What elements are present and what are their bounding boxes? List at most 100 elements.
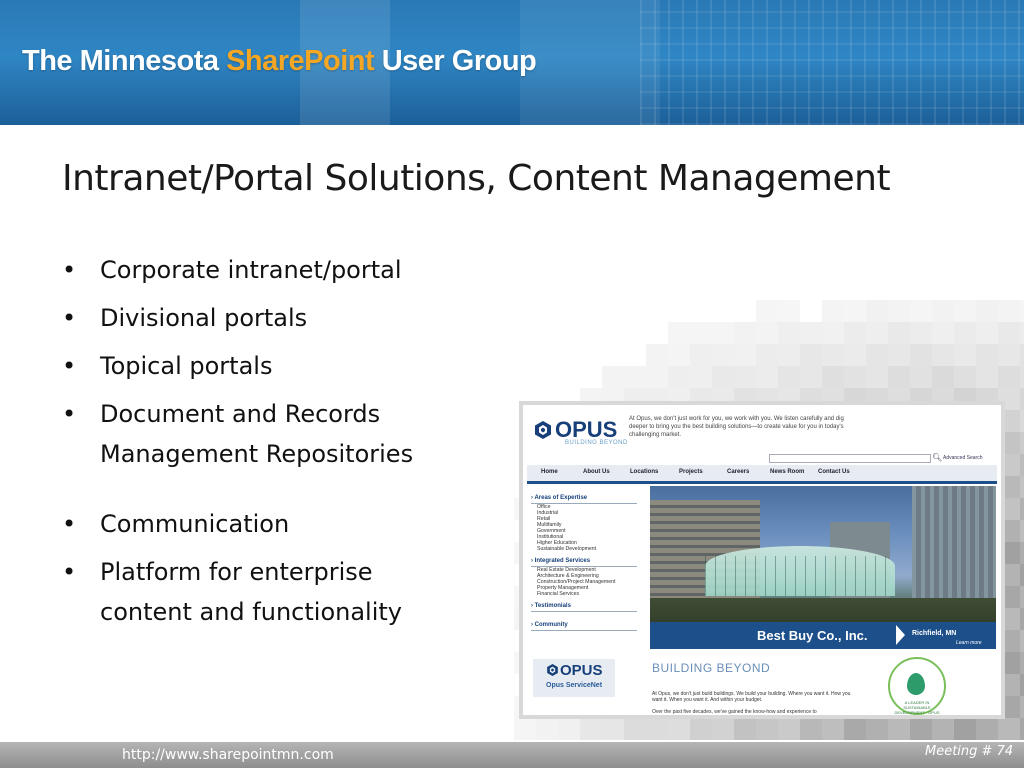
mosaic-tile [888,344,910,366]
mosaic-tile [932,322,954,344]
opus-servicenet-box: OPUS Opus ServiceNet [533,659,615,697]
mosaic-tile [844,718,866,740]
servicenet-logo-text: OPUS [560,662,603,679]
mosaic-tile [998,718,1020,740]
mosaic-tile [910,344,932,366]
mosaic-tile [668,344,690,366]
footer-url: http://www.sharepointmn.com [122,747,334,763]
nav-item-home: Home [541,469,558,475]
mosaic-tile [888,366,910,388]
mosaic-tile [1020,674,1024,696]
site-sidebar: › Areas of Expertise Office Industrial R… [531,489,637,631]
mosaic-tile [822,366,844,388]
mosaic-tile [1020,366,1024,388]
mosaic-tile [778,300,800,322]
bullet-glyph: • [62,256,77,284]
mosaic-tile [1020,476,1024,498]
mosaic-tile [558,718,580,740]
mosaic-tile [668,718,690,740]
bullet-glyph: • [62,558,77,586]
mosaic-tile [734,718,756,740]
mosaic-tile [1020,696,1024,718]
bullet-text: Divisional portals [100,304,308,332]
mosaic-tile [910,718,932,740]
mosaic-tile [1020,542,1024,564]
mosaic-tile [822,344,844,366]
mosaic-tile [998,322,1020,344]
mosaic-tile [998,344,1020,366]
nav-item-locations: Locations [630,469,659,475]
sidebar-heading-testimonials: › Testimonials [531,603,637,612]
site-intro-text: At Opus, we don't just work for you, we … [629,416,844,438]
mosaic-tile [866,344,888,366]
mosaic-tile [756,344,778,366]
mosaic-tile [976,300,998,322]
bullet-glyph: • [62,304,77,332]
body-text: At Opus, we don't just build buildings. … [652,691,851,703]
bullet-item: • Divisional portals [62,298,482,338]
bullet-glyph: • [62,352,77,380]
mosaic-tile [800,344,822,366]
mosaic-tile [778,718,800,740]
mosaic-tile [800,366,822,388]
mosaic-tile [976,344,998,366]
mosaic-tile [712,718,734,740]
mosaic-tile [1020,300,1024,322]
nav-item-careers: Careers [727,469,750,475]
sidebar-heading-text: Areas of Expertise [534,495,588,501]
mosaic-tile [712,344,734,366]
seal-text: A LEADER IN SUSTAINABLE DEVELOPMENT · OP… [894,700,940,715]
mosaic-tile [734,322,756,344]
mosaic-tile [800,322,822,344]
mosaic-tile [844,344,866,366]
bullet-text: Corporate intranet/portal [100,256,402,284]
mosaic-tile [910,300,932,322]
nav-item-contact-us: Contact Us [818,469,850,475]
meeting-number: Meeting # 74 [925,744,1013,759]
mosaic-tile [954,300,976,322]
mosaic-tile [1020,586,1024,608]
mosaic-tile [756,322,778,344]
mosaic-tile [932,300,954,322]
mosaic-tile [536,718,558,740]
sidebar-services-list: Real Estate Development Architecture & E… [531,567,637,597]
mosaic-tile [976,366,998,388]
mosaic-tile [778,344,800,366]
mosaic-tile [1020,498,1024,520]
banner-building-graphic [640,0,1024,125]
mosaic-tile [866,718,888,740]
sidebar-areas-list: Office Industrial Retail Multifamily Gov… [531,504,637,552]
mosaic-tile [910,322,932,344]
mosaic-tile [1020,652,1024,674]
mosaic-tile [866,322,888,344]
mosaic-tile [646,344,668,366]
sidebar-heading-community: › Community [531,622,637,631]
nav-item-about-us: About Us [583,469,610,475]
mosaic-tile [690,344,712,366]
mosaic-tile [844,366,866,388]
group-title: The Minnesota SharePoint User Group [22,45,537,78]
mosaic-tile [1020,388,1024,410]
mosaic-tile [1020,520,1024,542]
mosaic-tile [646,366,668,388]
header-banner: The Minnesota SharePoint User Group [0,0,1024,125]
mosaic-tile [954,718,976,740]
featured-project-location: Richfield, MN [912,630,957,637]
mosaic-tile [756,366,778,388]
chevron-right-icon [896,625,905,645]
bullet-glyph: • [62,400,77,428]
mosaic-tile [668,322,690,344]
mosaic-tile [844,300,866,322]
sidebar-heading-areas: › Areas of Expertise [531,495,637,504]
sidebar-heading-text: Integrated Services [534,558,591,564]
mosaic-tile [690,718,712,740]
mosaic-tile [690,322,712,344]
bullet-item: • Platform for enterprise content and fun… [62,552,430,632]
mosaic-tile [888,300,910,322]
mosaic-tile [778,366,800,388]
bullet-item: • Document and Records Management Reposit… [62,394,440,474]
bullet-text: Communication [100,510,290,538]
group-title-accent: SharePoint [226,45,375,77]
mosaic-tile [1020,410,1024,432]
sidebar-heading-text: Community [534,622,568,628]
